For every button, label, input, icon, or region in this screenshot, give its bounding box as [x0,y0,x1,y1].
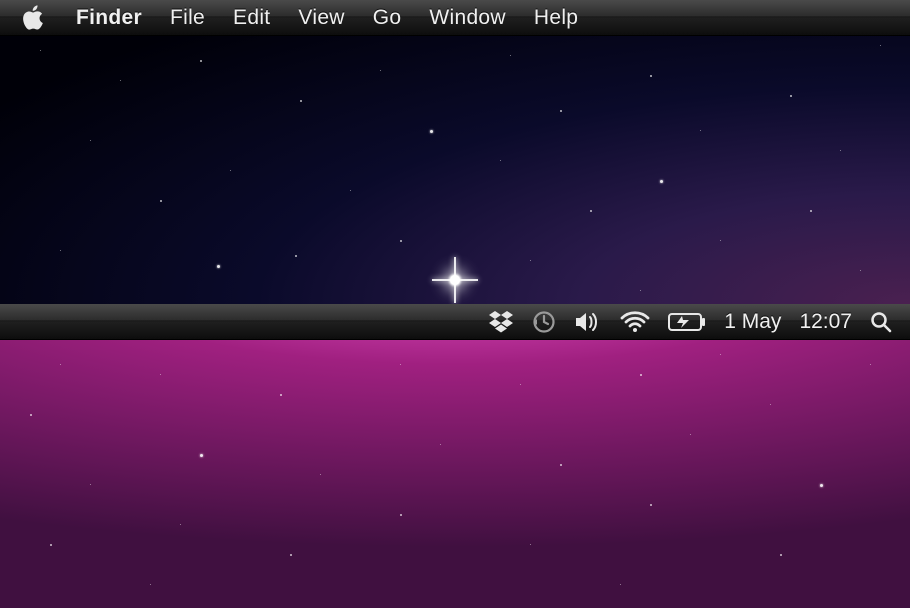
desktop-bottom: 1 May 12:07 [0,304,910,608]
dropbox-icon[interactable] [488,310,514,334]
app-name-menu[interactable]: Finder [62,0,156,36]
menu-go[interactable]: Go [359,0,416,36]
menu-view[interactable]: View [284,0,358,36]
menubar-time[interactable]: 12:07 [799,310,852,334]
menubar-date[interactable]: 1 May [724,310,781,334]
menu-edit[interactable]: Edit [219,0,284,36]
menubar-top: Finder File Edit View Go Window Help [0,0,910,36]
apple-menu-icon[interactable] [20,4,44,32]
spotlight-icon[interactable] [870,311,892,333]
wifi-icon[interactable] [620,311,650,333]
timemachine-icon[interactable] [532,310,556,334]
battery-charging-icon[interactable] [668,312,706,332]
menu-file[interactable]: File [156,0,219,36]
menu-help[interactable]: Help [520,0,592,36]
desktop-top: Finder File Edit View Go Window Help [0,0,910,304]
wallpaper-stars-bottom [0,304,910,608]
volume-icon[interactable] [574,311,602,333]
menu-window[interactable]: Window [415,0,520,36]
menubar-bottom: 1 May 12:07 [0,304,910,340]
wallpaper-stars-top [0,0,910,304]
menubar-right: 1 May 12:07 [488,310,910,334]
menubar-left: Finder File Edit View Go Window Help [0,0,592,36]
